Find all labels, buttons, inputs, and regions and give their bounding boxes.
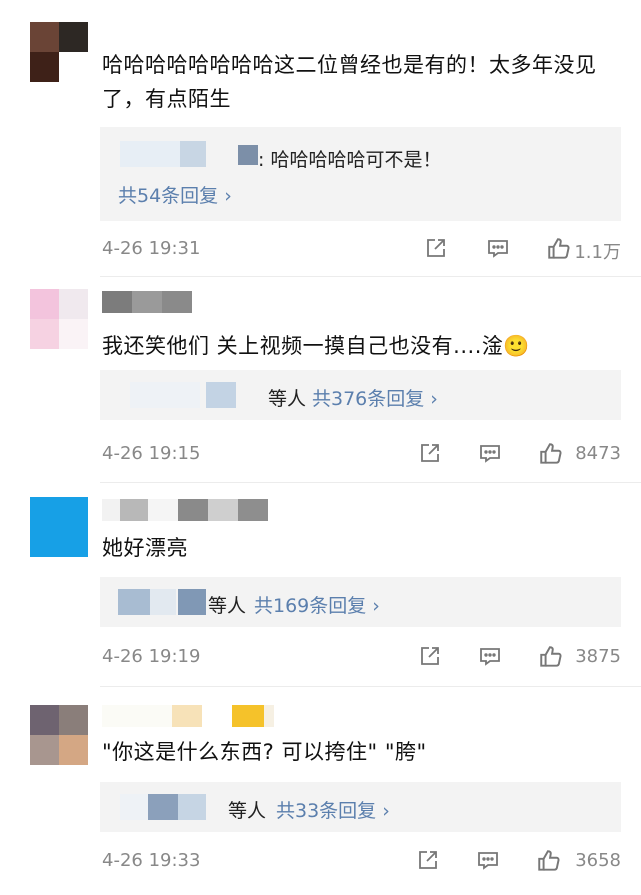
- comment-icon[interactable]: [478, 441, 502, 465]
- username-blur: [206, 382, 236, 408]
- username-blur: [120, 141, 180, 167]
- like-count: 1.1万: [574, 242, 621, 263]
- share-icon[interactable]: [424, 236, 448, 260]
- comment-item: 哈哈哈哈哈哈哈哈这二位曾经也是有的！太多年没见了，有点陌生 : 哈哈哈哈哈可不是…: [0, 0, 641, 280]
- like-count: 8473: [575, 443, 621, 464]
- timestamp: 4-26 19:15: [102, 443, 201, 464]
- reply-snippet: : 哈哈哈哈哈可不是！: [258, 149, 442, 171]
- username-blur: [118, 589, 150, 615]
- comment-item: 我还笑他们 关上视频一摸自己也没有....淦🙂 等人 共376条回复 › 4-2…: [0, 277, 641, 483]
- like-icon[interactable]: [536, 848, 562, 874]
- comment-text: 哈哈哈哈哈哈哈哈这二位曾经也是有的！太多年没见了，有点陌生: [102, 53, 597, 111]
- like-count: 3875: [575, 646, 621, 667]
- username-blur: [102, 291, 192, 313]
- comment-item: 她好漂亮 等人 共169条回复 › 4-26 19:19 3875: [0, 483, 641, 687]
- username-blur: [178, 794, 206, 820]
- username-blur: [102, 705, 274, 727]
- reply-preview[interactable]: 等人 共376条回复 ›: [100, 370, 621, 420]
- avatar[interactable]: [30, 289, 88, 349]
- comment-icon[interactable]: [478, 644, 502, 668]
- username-blur: [180, 141, 206, 167]
- username-blur: [130, 382, 200, 408]
- comment-meta: 4-26 19:33 3658: [102, 846, 621, 876]
- reply-snippet: 等人: [228, 800, 267, 822]
- username-blur: [148, 794, 178, 820]
- share-icon[interactable]: [416, 848, 440, 872]
- reply-snippet: 等人: [268, 388, 307, 410]
- comment-text: "你这是什么东西? 可以挎住" "胯": [102, 740, 427, 764]
- comment-icon[interactable]: [486, 236, 510, 260]
- comment-text: 我还笑他们 关上视频一摸自己也没有....淦🙂: [102, 334, 531, 358]
- timestamp: 4-26 19:31: [102, 238, 201, 259]
- username-blur: [102, 499, 268, 521]
- reply-count-link[interactable]: 共54条回复 ›: [118, 181, 232, 208]
- avatar[interactable]: [30, 705, 88, 765]
- timestamp: 4-26 19:19: [102, 646, 201, 667]
- comment-meta: 4-26 19:19 3875: [102, 642, 621, 672]
- reply-snippet: 等人: [208, 595, 247, 617]
- comment-item: "你这是什么东西? 可以挎住" "胯" 等人 共33条回复 › 4-26 19:…: [0, 687, 641, 895]
- username-blur: [150, 589, 176, 615]
- comment-meta: 4-26 19:15 8473: [102, 439, 621, 469]
- avatar[interactable]: [30, 22, 88, 82]
- share-icon[interactable]: [418, 441, 442, 465]
- reply-preview[interactable]: 等人 共33条回复 ›: [100, 782, 621, 832]
- avatar[interactable]: [30, 497, 88, 557]
- comment-meta: 4-26 19:31 1.1万: [102, 234, 621, 264]
- like-icon[interactable]: [538, 644, 564, 670]
- reply-count-link[interactable]: 共376条回复 ›: [312, 384, 438, 411]
- like-icon[interactable]: [546, 236, 572, 262]
- comment-text: 她好漂亮: [102, 536, 188, 560]
- reply-count-link[interactable]: 共169条回复 ›: [254, 591, 380, 618]
- comment-icon[interactable]: [476, 848, 500, 872]
- username-blur: [178, 589, 206, 615]
- username-blur: [238, 145, 258, 165]
- reply-count-link[interactable]: 共33条回复 ›: [276, 796, 390, 823]
- like-count: 3658: [575, 850, 621, 871]
- username-blur: [120, 794, 148, 820]
- like-icon[interactable]: [538, 441, 564, 467]
- reply-preview[interactable]: : 哈哈哈哈哈可不是！ 共54条回复 ›: [100, 127, 621, 221]
- timestamp: 4-26 19:33: [102, 850, 201, 871]
- reply-preview[interactable]: 等人 共169条回复 ›: [100, 577, 621, 627]
- share-icon[interactable]: [418, 644, 442, 668]
